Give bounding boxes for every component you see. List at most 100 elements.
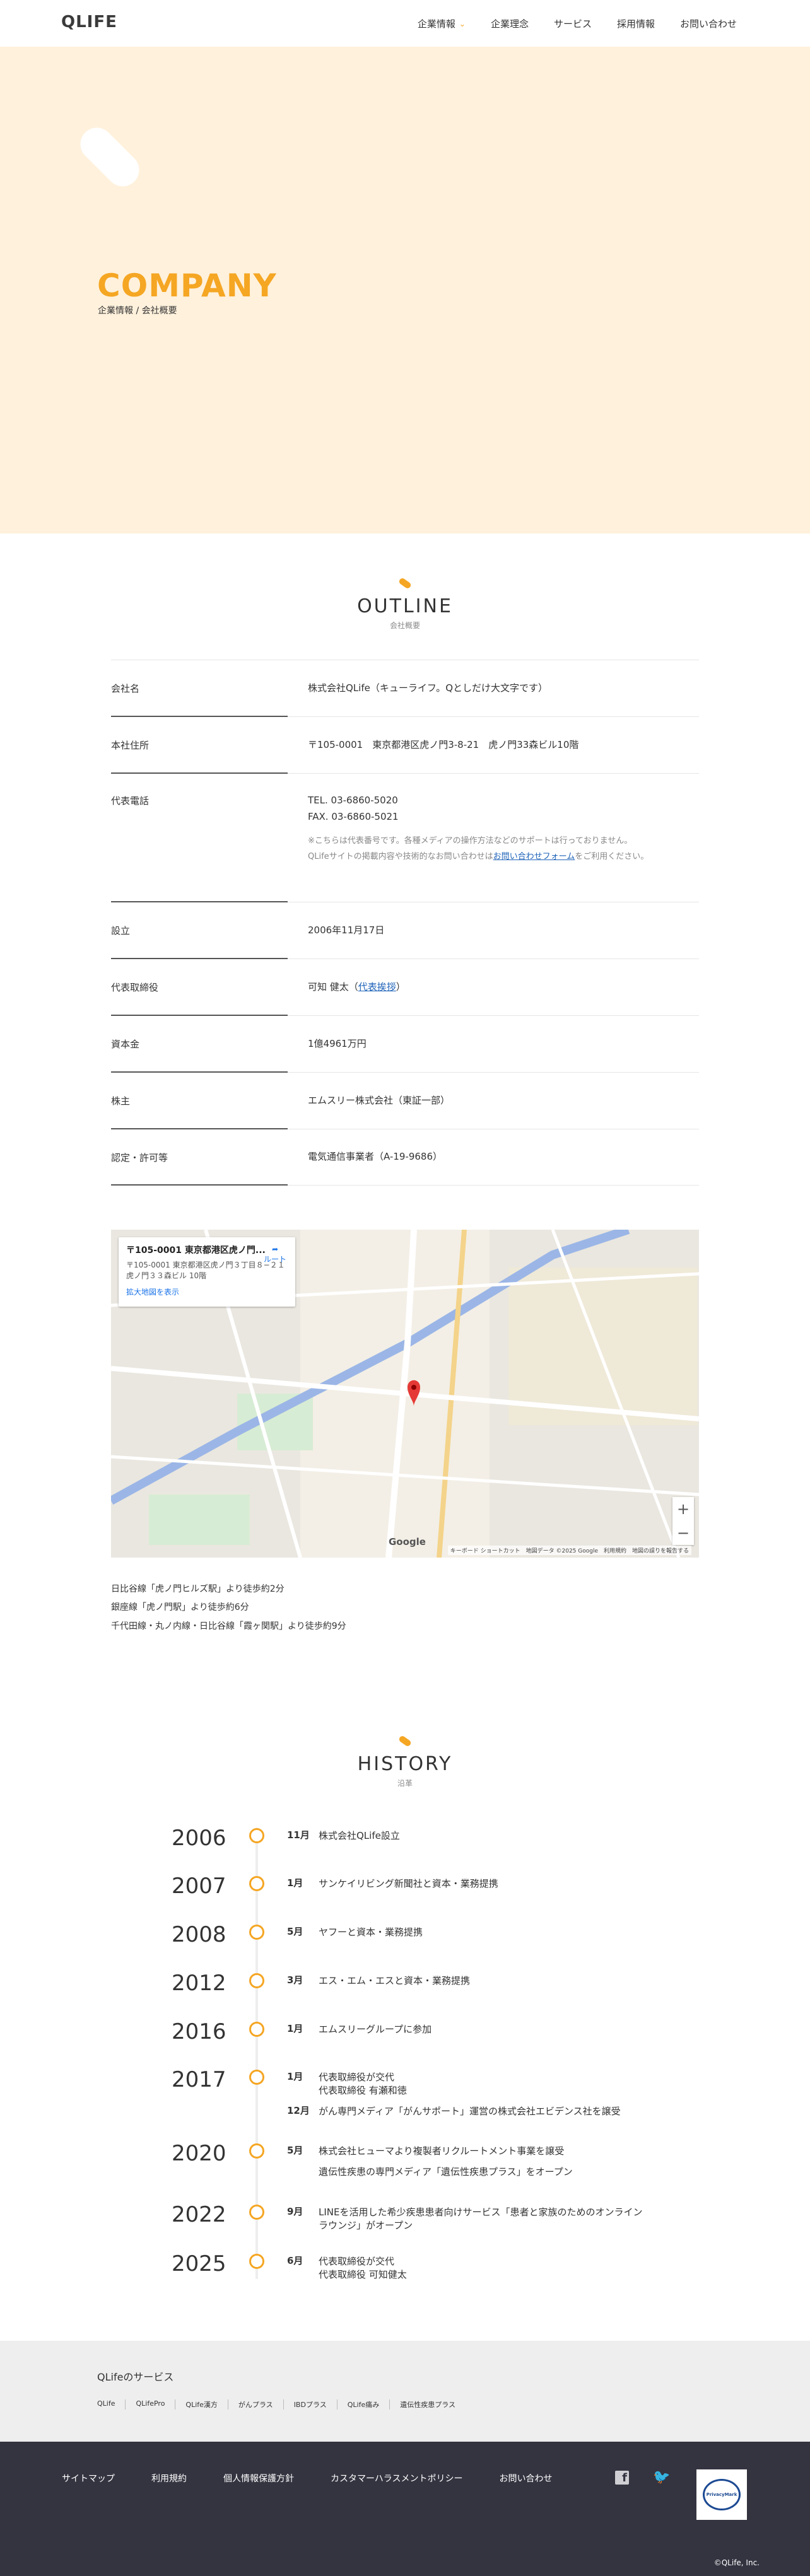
contact-form-link[interactable]: お問い合わせフォーム: [493, 852, 575, 861]
outline-row: 株主 エムスリー株式会社（東証一部）: [111, 1072, 699, 1129]
history-text: 代表取締役が交代 代表取締役 有瀬和徳: [319, 2072, 407, 2096]
fax-value: FAX. 03-6860-5021: [308, 810, 399, 822]
hero: COMPANY 企業情報 / 会社概要: [0, 47, 810, 533]
history-event: 11月 株式会社QLife設立: [287, 1829, 647, 1843]
footer-link-contact[interactable]: お問い合わせ: [499, 2472, 552, 2485]
history-month: 5月: [287, 2145, 303, 2156]
history-event: 1月 エムスリーグループに参加: [287, 2023, 647, 2036]
row-value: 電気通信事業者（A-19-9686）: [308, 1151, 443, 1163]
outline-subtitle: 会社概要: [389, 621, 420, 630]
footer-link-terms[interactable]: 利用規約: [151, 2472, 187, 2485]
qlife-logo[interactable]: QLIFE: [61, 13, 117, 32]
nav-company[interactable]: 企業情報 ⌄: [405, 17, 478, 30]
row-label: 認定・許可等: [111, 1129, 288, 1186]
history-event: 遺伝性疾患の専門メディア「遺伝性疾患プラス」をオープン: [287, 2165, 647, 2179]
footer-link-sitemap[interactable]: サイトマップ: [62, 2472, 115, 2485]
timeline-dot-icon: [249, 2254, 264, 2269]
history-events: 6月 代表取締役が交代 代表取締役 可知健太: [287, 2255, 647, 2289]
history-month: 6月: [287, 2255, 303, 2266]
access-line: 日比谷線「虎ノ門ヒルズ駅」より徒歩約2分: [111, 1584, 285, 1594]
history-text: ヤフーと資本・業務提携: [319, 1926, 423, 1938]
history-month: [287, 2165, 319, 2179]
google-logo: Google: [389, 1536, 426, 1547]
history-text: エス・エム・エスと資本・業務提携: [319, 1975, 471, 1986]
history-text: サンケイリビング新聞社と資本・業務提携: [319, 1878, 498, 1889]
nav-contact[interactable]: お問い合わせ: [667, 17, 749, 30]
history-text: 遺伝性疾患の専門メディア「遺伝性疾患プラス」をオープン: [319, 2166, 573, 2177]
timeline-dot-icon: [249, 1828, 264, 1843]
nav-contact-label: お問い合わせ: [679, 18, 737, 30]
service-link-kampo[interactable]: QLife漢方: [175, 2399, 227, 2410]
phone-note-1: ※こちらは代表番号です。各種メディアの操作方法などのサポートは行っておりません。: [308, 836, 633, 846]
nav-company-label: 企業情報: [417, 18, 455, 30]
nav-services-label: サービス: [553, 18, 592, 30]
zoom-out-button[interactable]: −: [672, 1521, 694, 1545]
footer-link-privacy[interactable]: 個人情報保護方針: [223, 2472, 294, 2485]
history-year: 2007: [172, 1874, 226, 1899]
history-text: 株式会社ヒューマより複製者リクルートメント事業を譲受: [319, 2145, 565, 2157]
footer-link-harassment[interactable]: カスタマーハラスメントポリシー: [331, 2472, 462, 2485]
footer-nav: サイトマップ 利用規約 個人情報保護方針 カスタマーハラスメントポリシー お問い…: [62, 2472, 552, 2485]
facebook-icon[interactable]: f: [615, 2471, 629, 2485]
google-map[interactable]: 〒105-0001 東京都港区虎ノ門... 〒105-0001 東京都港区虎ノ門…: [111, 1230, 699, 1558]
services-title: QLifeのサービス: [97, 2371, 174, 2383]
row-label: 本社住所: [111, 717, 288, 774]
privacy-mark-logo[interactable]: PrivacyMark: [696, 2469, 747, 2520]
site-header: QLIFE 企業情報 ⌄ 企業理念 サービス 採用情報 お問い合わせ: [0, 0, 810, 47]
timeline-dot-icon: [249, 2070, 264, 2085]
history-year: 2008: [172, 1922, 226, 1947]
zoom-in-button[interactable]: +: [672, 1497, 694, 1521]
history-title: HISTORY: [357, 1753, 453, 1775]
nav-philosophy[interactable]: 企業理念: [478, 17, 541, 30]
phone-note-2-post: をご利用ください。: [575, 851, 649, 861]
access-line: 銀座線「虎ノ門駅」より徒歩約6分: [111, 1602, 249, 1613]
directions-button[interactable]: ➦ ルート: [264, 1245, 286, 1264]
history-month: 3月: [287, 1974, 303, 1986]
ceo-message-link[interactable]: 代表挨拶: [358, 981, 396, 993]
history-year: 2016: [172, 2019, 226, 2044]
row-value: 2006年11月17日: [308, 924, 385, 936]
access-line: 千代田線・丸ノ内線・日比谷線「霞ヶ関駅」より徒歩約9分: [111, 1621, 346, 1631]
outline-row: 設立 2006年11月17日: [111, 902, 699, 959]
outline-heading: OUTLINE 会社概要: [0, 577, 810, 631]
outline-row: 代表電話 TEL. 03-6860-5020 FAX. 03-6860-5021…: [111, 773, 699, 902]
row-label: 会社名: [111, 660, 288, 717]
history-events: 1月 エムスリーグループに参加: [287, 2023, 647, 2044]
timeline-dot-icon: [249, 1973, 264, 1988]
service-link-qlife[interactable]: QLife: [97, 2399, 125, 2410]
history-event: 9月 LINEを活用した希少疾患患者向けサービス「患者と家族のためのオンラインラウ…: [287, 2206, 647, 2232]
history-year: 2006: [172, 1826, 226, 1851]
timeline-dot-icon: [249, 1876, 264, 1891]
service-link-qlifepro[interactable]: QLifePro: [125, 2399, 175, 2410]
nav-recruit[interactable]: 採用情報: [604, 17, 667, 30]
service-link-itami[interactable]: QLife痛み: [336, 2399, 389, 2410]
outline-row: 資本金 1億4961万円: [111, 1015, 699, 1073]
row-label: 株主: [111, 1073, 288, 1129]
view-larger-map-link[interactable]: 拡大地図を表示: [126, 1286, 288, 1297]
twitter-icon[interactable]: 🐦: [653, 2471, 670, 2485]
breadcrumb: 企業情報 / 会社概要: [98, 306, 177, 316]
nav-recruit-label: 採用情報: [616, 18, 655, 30]
service-link-ganplus[interactable]: がんプラス: [227, 2399, 283, 2410]
nav-services[interactable]: サービス: [541, 17, 604, 30]
row-value: 〒105-0001 東京都港区虎ノ門3-8-21 虎ノ門33森ビル10階: [308, 738, 579, 750]
outline-table: 会社名 株式会社QLife（キューライフ。Qとしだけ大文字です） 本社住所 〒1…: [111, 660, 699, 1186]
history-year: 2025: [172, 2251, 226, 2276]
service-link-idenplus[interactable]: 遺伝性疾患プラス: [389, 2399, 466, 2410]
history-month: 1月: [287, 2071, 303, 2082]
history-events: 5月 株式会社ヒューマより複製者リクルートメント事業を譲受 遺伝性疾患の専門メディア…: [287, 2145, 647, 2186]
nav-philosophy-label: 企業理念: [490, 18, 529, 30]
history-events: 5月 ヤフーと資本・業務提携: [287, 1926, 647, 1947]
outline-row: 本社住所 〒105-0001 東京都港区虎ノ門3-8-21 虎ノ門33森ビル10…: [111, 716, 699, 774]
row-label: 代表電話: [111, 774, 288, 902]
history-text: がん専門メディア「がんサポート」運営の株式会社エビデンス社を譲受: [319, 2106, 621, 2117]
history-year: 2020: [172, 2141, 226, 2166]
capsule-icon: [73, 120, 146, 194]
timeline-dot-icon: [249, 2205, 264, 2220]
service-link-ibdplus[interactable]: IBDプラス: [283, 2399, 337, 2410]
history-month: 11月: [287, 1829, 310, 1841]
history-event: 6月 代表取締役が交代 代表取締役 可知健太: [287, 2255, 647, 2282]
services-links: QLife QLifePro QLife漢方 がんプラス IBDプラス QLif…: [97, 2399, 466, 2410]
directions-icon: ➦: [271, 1245, 279, 1254]
history-events: 11月 株式会社QLife設立: [287, 1829, 647, 1850]
